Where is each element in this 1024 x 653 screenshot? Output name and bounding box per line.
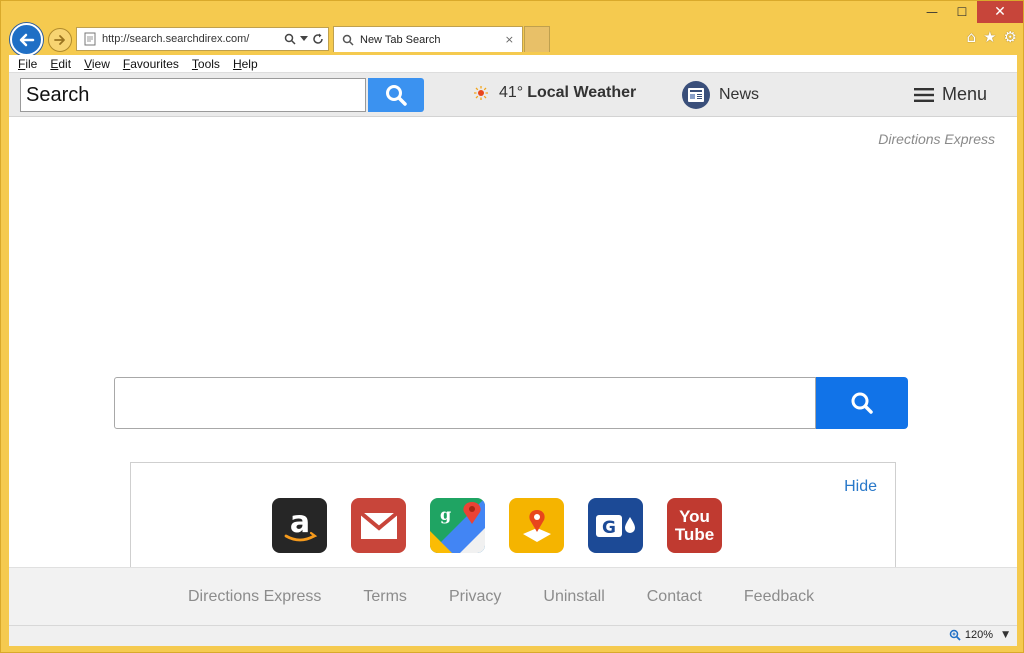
directions-tile[interactable] <box>509 498 564 553</box>
site-header: Search 41° Local Weather News Menu <box>9 73 1017 117</box>
new-tab-button[interactable] <box>524 26 550 52</box>
refresh-icon[interactable] <box>312 33 324 45</box>
map-pin-icon <box>522 509 551 542</box>
address-bar[interactable]: http://search.searchdirex.com/ <box>76 27 329 51</box>
sun-icon <box>474 86 488 100</box>
footer-link-directions-express[interactable]: Directions Express <box>188 588 321 606</box>
main-search-input[interactable] <box>114 377 816 429</box>
svg-text:G: G <box>602 518 616 538</box>
menu-bar: File Edit View Favourites Tools Help <box>9 55 1017 73</box>
menu-tools[interactable]: Tools <box>192 57 220 71</box>
youtube-logo-top: You <box>679 506 710 526</box>
youtube-logo-bottom: Tube <box>674 524 715 544</box>
youtube-tile[interactable]: You Tube <box>667 498 722 553</box>
browser-window: — ☐ ✕ http://search.searchdirex.com/ New… <box>0 0 1024 653</box>
menu-file[interactable]: File <box>18 57 37 71</box>
gmail-tile[interactable] <box>351 498 406 553</box>
amazon-tile[interactable]: a <box>272 498 327 553</box>
zoom-dropdown-arrow-icon[interactable]: ▼ <box>1002 630 1009 640</box>
weather-temperature: 41° <box>499 84 524 101</box>
news-label: News <box>719 86 760 103</box>
window-controls: — ☐ ✕ <box>917 1 1023 23</box>
hide-shortcuts-link[interactable]: Hide <box>844 478 877 496</box>
menu-label: Menu <box>942 84 988 104</box>
menu-help[interactable]: Help <box>233 57 258 71</box>
tab-search-icon <box>342 34 354 46</box>
header-search-button[interactable] <box>368 78 424 112</box>
close-window-button[interactable]: ✕ <box>977 1 1023 23</box>
site-footer: Directions Express Terms Privacy Uninsta… <box>9 567 1017 625</box>
search-icon <box>386 85 407 106</box>
footer-link-privacy[interactable]: Privacy <box>449 588 501 606</box>
back-button[interactable] <box>10 23 43 56</box>
minimize-button[interactable]: — <box>917 1 947 23</box>
footer-links: Directions Express Terms Privacy Uninsta… <box>188 588 814 606</box>
weather-widget[interactable]: 41° Local Weather <box>473 84 636 102</box>
maximize-button[interactable]: ☐ <box>947 1 977 23</box>
svg-text:g: g <box>440 505 451 524</box>
footer-link-uninstall[interactable]: Uninstall <box>543 588 604 606</box>
forward-arrow-icon <box>54 35 65 45</box>
search-icon[interactable] <box>284 33 296 45</box>
page-viewport: Search 41° Local Weather News Menu Direc… <box>9 73 1017 625</box>
settings-gear-icon[interactable]: ⚙ <box>1004 28 1017 46</box>
tab-close-button[interactable]: × <box>505 33 514 46</box>
newspaper-icon <box>682 81 710 109</box>
zoom-level: 120% <box>964 629 993 641</box>
dropdown-arrow-icon[interactable] <box>300 36 308 42</box>
header-search-input[interactable]: Search <box>20 78 366 112</box>
favorites-icon[interactable]: ★ <box>983 28 996 46</box>
news-link[interactable]: News <box>682 81 759 109</box>
brand-name: Directions Express <box>878 131 995 147</box>
zoom-control[interactable]: 120% <box>949 629 993 641</box>
menu-favourites[interactable]: Favourites <box>123 57 179 71</box>
svg-text:a: a <box>289 505 309 540</box>
address-url[interactable]: http://search.searchdirex.com/ <box>102 33 284 45</box>
site-menu-button[interactable]: Menu <box>914 84 987 105</box>
page-icon <box>84 32 96 46</box>
gas-price-icon: G <box>595 514 635 538</box>
zoom-magnifier-icon <box>949 629 961 641</box>
hamburger-menu-icon <box>914 87 934 102</box>
shortcut-tiles: a g G You Tube <box>272 498 722 553</box>
tab-new-tab-search[interactable]: New Tab Search × <box>333 26 523 52</box>
forward-button[interactable] <box>48 28 72 52</box>
menu-edit[interactable]: Edit <box>50 57 71 71</box>
back-arrow-icon <box>19 33 34 46</box>
google-maps-icon: g <box>430 498 485 553</box>
tab-title: New Tab Search <box>360 33 441 46</box>
browser-toolbar-icons: ⌂ ★ ⚙ <box>967 28 1017 46</box>
weather-label: Local Weather <box>527 84 637 101</box>
shortcuts-panel: Hide a g G You Tube <box>130 462 896 582</box>
search-icon <box>851 392 873 414</box>
status-bar: 120% ▼ <box>9 625 1017 646</box>
google-maps-tile[interactable]: g <box>430 498 485 553</box>
gasbuddy-tile[interactable]: G <box>588 498 643 553</box>
menu-view[interactable]: View <box>84 57 110 71</box>
home-icon[interactable]: ⌂ <box>967 28 977 46</box>
navigation-bar: http://search.searchdirex.com/ New Tab S… <box>1 23 1024 56</box>
main-search-button[interactable] <box>816 377 908 429</box>
mail-envelope-icon <box>359 511 398 539</box>
footer-link-terms[interactable]: Terms <box>363 588 407 606</box>
footer-link-contact[interactable]: Contact <box>647 588 702 606</box>
amazon-icon: a <box>284 505 317 541</box>
footer-link-feedback[interactable]: Feedback <box>744 588 814 606</box>
